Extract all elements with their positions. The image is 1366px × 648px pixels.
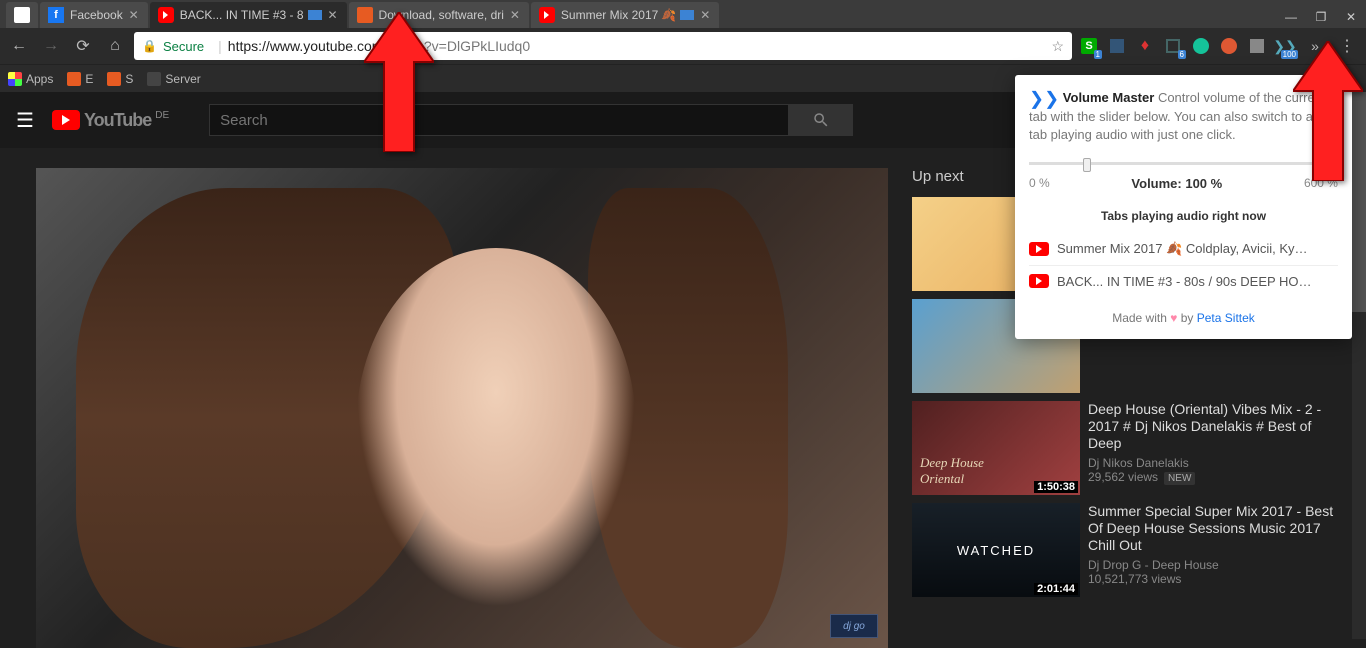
lock-icon: 🔒 [142,39,157,53]
bookmark-e[interactable]: E [67,72,93,86]
audio-indicator-icon[interactable] [308,10,322,20]
browser-toolbar: ← → ⟳ ⌂ 🔒 Secure | https://www.youtube.c… [0,28,1366,64]
new-badge: NEW [1164,472,1195,485]
reload-button[interactable]: ⟳ [70,33,96,59]
heart-icon: ♥ [1170,311,1177,325]
author-link[interactable]: Peta Sittek [1197,311,1255,325]
ext-grey-icon[interactable] [1246,35,1268,57]
ext-frame-icon[interactable]: 6 [1162,35,1184,57]
tab-facebook[interactable]: f Facebook ✕ [40,2,148,28]
scale-min: 0 % [1029,176,1050,191]
apps-icon [8,72,22,86]
window-controls: — ❐ ✕ [1276,6,1366,28]
close-icon[interactable]: ✕ [128,9,140,21]
video-views: 10,521,773 views [1088,572,1342,586]
youtube-icon [539,7,555,23]
facebook-icon: f [48,7,64,23]
video-suggestion[interactable]: WATCHED 2:01:44 Summer Special Super Mix… [912,503,1342,597]
video-views: 29,562 viewsNEW [1088,470,1342,484]
youtube-logo[interactable]: YouTube DE [52,110,169,131]
volume-master-icon: ❯❯ [1029,89,1059,109]
video-thumbnail: WATCHED 2:01:44 [912,503,1080,597]
tab-label: Facebook [70,8,123,22]
popup-footer: Made with ♥ by Peta Sittek [1029,297,1338,325]
youtube-icon [158,7,174,23]
tab-newtab[interactable] [6,2,38,28]
video-thumbnail: 1:50:38 [912,401,1080,495]
tab-youtube-back-in-time[interactable]: BACK... IN TIME #3 - 8 ✕ [150,2,347,28]
audio-indicator-icon[interactable] [680,10,694,20]
browser-tabstrip: f Facebook ✕ BACK... IN TIME #3 - 8 ✕ Do… [0,0,1366,28]
folder-icon [67,72,81,86]
bookmark-apps[interactable]: Apps [8,72,53,86]
hamburger-menu-icon[interactable]: ☰ [16,108,34,133]
close-icon[interactable]: ✕ [699,9,711,21]
server-icon [147,72,161,86]
video-player[interactable]: dj go [36,168,888,648]
search-input[interactable] [209,104,789,136]
newtab-icon [14,7,30,23]
audio-tab-item[interactable]: BACK... IN TIME #3 - 80s / 90s DEEP HO… [1029,266,1338,297]
folder-icon [107,72,121,86]
search-icon [812,111,830,129]
tab-label: BACK... IN TIME #3 - 8 [180,8,304,22]
video-title: Deep House (Oriental) Vibes Mix - 2 - 20… [1088,401,1342,452]
video-title: Summer Special Super Mix 2017 - Best Of … [1088,503,1342,554]
tab-youtube-summer-mix[interactable]: Summer Mix 2017 🍂 ✕ [531,2,719,28]
minimize-button[interactable]: — [1276,6,1306,28]
bookmark-server[interactable]: Server [147,72,200,86]
annotation-arrow [1293,41,1363,186]
close-button[interactable]: ✕ [1336,6,1366,28]
video-channel: Dj Drop G - Deep House [1088,558,1342,572]
search-button[interactable] [789,104,853,136]
youtube-play-icon [52,110,80,130]
ext-gsuite-icon[interactable]: S1 [1078,35,1100,57]
slider-thumb[interactable] [1083,158,1091,172]
youtube-icon [1029,242,1049,256]
home-button[interactable]: ⌂ [102,33,128,59]
annotation-arrow [364,12,434,157]
video-frame: dj go [36,168,888,648]
address-bar[interactable]: 🔒 Secure | https://www.youtube.com/watch… [134,32,1072,60]
search-form [209,104,853,136]
video-channel: Dj Nikos Danelakis [1088,456,1342,470]
volume-readout: Volume: 100 % [1131,176,1222,191]
volume-slider[interactable] [1029,156,1338,170]
tabs-section-heading: Tabs playing audio right now [1029,209,1338,223]
youtube-icon [1029,274,1049,288]
audio-tab-item[interactable]: Summer Mix 2017 🍂 Coldplay, Avicii, Ky… [1029,233,1338,266]
tab-label: Summer Mix 2017 [561,8,658,22]
ext-cube-icon[interactable] [1106,35,1128,57]
bookmark-star-icon[interactable]: ☆ [1051,38,1064,55]
slider-track [1029,162,1338,165]
popup-header: ❯❯ Volume Master Control volume of the c… [1029,89,1338,144]
maximize-button[interactable]: ❐ [1306,6,1336,28]
ext-lastpass-icon[interactable]: ♦ [1134,35,1156,57]
secure-label: Secure [163,39,204,54]
close-icon[interactable]: ✕ [509,9,521,21]
leaf-icon: 🍂 [661,8,676,22]
video-suggestion[interactable]: 1:50:38 Deep House (Oriental) Vibes Mix … [912,401,1342,495]
forward-button[interactable]: → [38,33,64,59]
dj-go-watermark: dj go [830,614,878,638]
close-icon[interactable]: ✕ [327,9,339,21]
url-host: https://www.youtube.com [228,38,384,54]
back-button[interactable]: ← [6,33,32,59]
ext-duckduckgo-icon[interactable] [1218,35,1240,57]
ext-grammarly-icon[interactable] [1190,35,1212,57]
bookmark-s[interactable]: S [107,72,133,86]
